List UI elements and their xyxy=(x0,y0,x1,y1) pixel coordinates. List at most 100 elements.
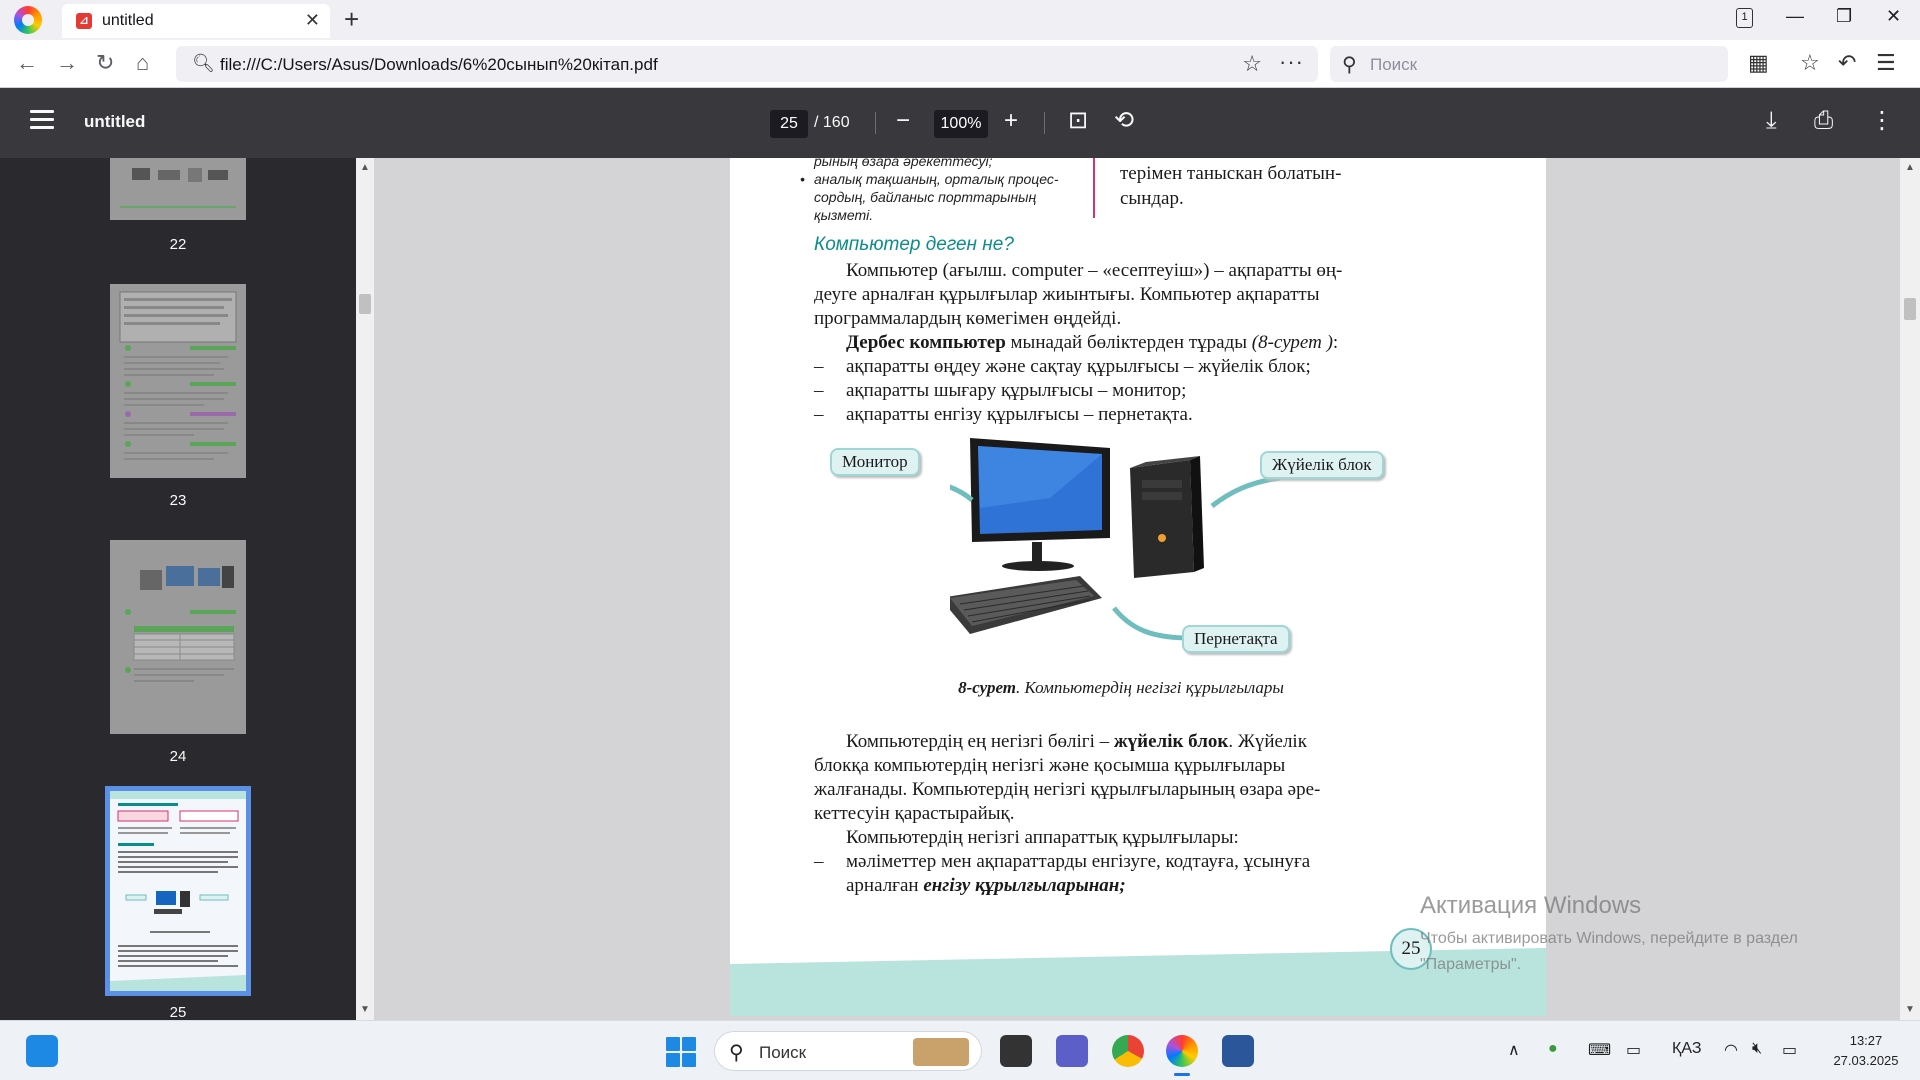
thumbnail-24-preview xyxy=(125,566,236,682)
word-icon[interactable] xyxy=(1222,1035,1254,1067)
bullet-line: рының өзара әрекеттесуі; xyxy=(814,158,993,169)
list-item-text: мәліметтер мен ақпараттарды енгізуге, ко… xyxy=(846,851,1311,872)
callout-system-unit: Жүйелік блок xyxy=(1260,451,1384,479)
language-indicator[interactable]: ҚАЗ xyxy=(1672,1040,1701,1058)
taskbar-search[interactable]: ⚲ Поиск xyxy=(714,1031,982,1071)
extensions-grid-icon[interactable]: ▦ xyxy=(1748,50,1769,76)
paragraph-line: Дербес компьютер мынадай бөліктерден тұр… xyxy=(814,331,1428,355)
toolbar-separator xyxy=(875,112,876,134)
toolbar-separator xyxy=(1044,112,1045,134)
list-item-text: ақпаратты енгізу құрылғысы – пернетақта. xyxy=(846,404,1193,425)
display-icon[interactable]: ▭ xyxy=(1626,1040,1641,1060)
sidebar-scrollbar[interactable]: ▲ ▼ xyxy=(356,158,374,1020)
forward-icon[interactable]: → xyxy=(56,50,78,76)
bookmark-star-icon[interactable]: ☆ xyxy=(1242,51,1262,77)
paragraph-line: Компьютердің ең негізгі бөлігі – жүйелік… xyxy=(814,730,1428,754)
volume-muted-icon[interactable]: 🔇︎ xyxy=(1752,1040,1762,1058)
battery-icon[interactable]: ▭ xyxy=(1782,1040,1797,1060)
activation-watermark-title: Активация Windows xyxy=(1420,892,1642,919)
thumbnail-22-preview xyxy=(120,168,236,208)
undo-icon[interactable]: ↶ xyxy=(1838,50,1856,76)
close-window-icon[interactable]: ✕ xyxy=(1886,6,1901,27)
paragraph-text: . Жүйелік xyxy=(1228,731,1307,752)
zoom-select[interactable]: 100% xyxy=(934,110,988,138)
search-placeholder: Поиск xyxy=(1370,55,1418,74)
viewer-scrollbar[interactable]: ▲ ▼ xyxy=(1900,158,1920,1020)
tab-count-icon[interactable]: 1 xyxy=(1736,8,1753,28)
home-icon[interactable]: ⌂ xyxy=(136,50,149,76)
more-tools-icon[interactable]: ⋮ xyxy=(1870,106,1894,136)
download-icon[interactable]: ⤓ xyxy=(1766,106,1777,136)
scroll-up-icon[interactable]: ▲ xyxy=(360,162,370,173)
thumbnail-page-22[interactable] xyxy=(110,158,246,220)
scroll-down-icon[interactable]: ▼ xyxy=(1905,1004,1915,1015)
sidebar-toggle-icon[interactable] xyxy=(30,110,54,130)
top-right-line: терімен таныскан болатын- xyxy=(1120,163,1342,184)
search-input[interactable]: ⚲ Поиск xyxy=(1330,46,1728,82)
thumbnail-page-25[interactable] xyxy=(105,786,251,996)
viewer-scroll-thumb[interactable] xyxy=(1904,298,1916,320)
thumbnail-25-preview xyxy=(110,791,246,991)
paragraph-line: программалардың көмегімен өңдейді. xyxy=(814,308,1122,329)
back-icon[interactable]: ← xyxy=(16,50,38,76)
document-viewer: рының өзара әрекеттесуі; • аналық тақшан… xyxy=(374,158,1900,1020)
url-bar[interactable]: 🔍︎ file:///C:/Users/Asus/Downloads/6%20с… xyxy=(176,46,1318,82)
emphasis-term: енгізу құрылғыларынан; xyxy=(923,875,1126,896)
list-item-text: арналған енгізу құрылғыларынан; xyxy=(846,874,1126,898)
arrow-monitor xyxy=(950,484,974,502)
scroll-down-icon[interactable]: ▼ xyxy=(360,1004,370,1015)
file-explorer-icon[interactable] xyxy=(1000,1035,1032,1067)
chrome-icon[interactable] xyxy=(1112,1035,1144,1067)
page-info-icon[interactable]: 🔍︎ xyxy=(192,53,215,74)
bullet-line: қызметі. xyxy=(814,207,874,223)
fit-page-icon[interactable]: ⊡ xyxy=(1068,106,1088,136)
thumbnail-page-23[interactable] xyxy=(110,284,246,478)
paragraph-line: кеттесуін қарастырайық. xyxy=(814,803,1015,824)
paragraph-text: арналған xyxy=(846,875,924,896)
browser-logo-icon[interactable] xyxy=(14,6,42,34)
browser-taskbar-icon[interactable] xyxy=(1166,1035,1198,1067)
clock-date: 27.03.2025 xyxy=(1833,1053,1899,1068)
pdf-toolbar: untitled 25 / 160 − 100% + ⊡ ⟲ ⤓ ⎙ ⋮ xyxy=(0,88,1920,158)
tab-untitled[interactable]: ⊿ untitled ✕ xyxy=(62,4,330,38)
dash-marker: – xyxy=(814,404,824,425)
clock-time: 13:27 xyxy=(1849,1033,1883,1048)
paragraph-line: Компьютер (ағылш. computer – «есептеуіш»… xyxy=(846,260,1343,281)
new-tab-button[interactable]: + xyxy=(344,4,359,34)
minimize-icon[interactable]: — xyxy=(1786,6,1804,27)
tray-app-icon[interactable]: ● xyxy=(1548,1040,1558,1058)
tab-title: untitled xyxy=(102,12,154,29)
reload-icon[interactable]: ↻ xyxy=(96,50,114,76)
page-number-input[interactable]: 25 xyxy=(770,110,808,138)
url-text[interactable]: file:///C:/Users/Asus/Downloads/6%20сыны… xyxy=(220,55,658,75)
tab-close-icon[interactable]: ✕ xyxy=(305,10,320,31)
bullet-line: аналық тақшаның, орталық процес- xyxy=(814,171,1059,187)
menu-icon[interactable]: ☰ xyxy=(1876,50,1896,76)
clock[interactable]: 13:27 27.03.2025 xyxy=(1816,1031,1916,1071)
start-icon[interactable] xyxy=(666,1037,696,1067)
page-total: / 160 xyxy=(814,114,850,131)
print-icon[interactable]: ⎙ xyxy=(1814,106,1833,136)
rotate-icon[interactable]: ⟲ xyxy=(1114,106,1134,136)
widgets-icon[interactable] xyxy=(26,1035,58,1067)
search-icon: ⚲ xyxy=(729,1042,744,1064)
keyboard-icon[interactable]: ⌨ xyxy=(1588,1040,1611,1060)
zoom-out-icon[interactable]: − xyxy=(896,106,910,136)
tab-strip: ⊿ untitled ✕ + 1 — ❐ ✕ xyxy=(0,0,1920,40)
monitor-image xyxy=(970,438,1110,571)
bookmarks-list-icon[interactable]: ☆ xyxy=(1800,50,1820,76)
paragraph-text: : xyxy=(1332,332,1339,353)
sidebar-scroll-thumb[interactable] xyxy=(359,294,371,314)
keyboard-image xyxy=(950,576,1102,634)
tray-chevron-icon[interactable]: ∧ xyxy=(1508,1040,1520,1060)
restore-icon[interactable]: ❐ xyxy=(1836,6,1852,27)
activation-watermark-text: Чтобы активировать Windows, перейдите в … xyxy=(1420,926,1860,978)
arrow-keyboard xyxy=(1112,606,1191,641)
more-icon[interactable]: ··· xyxy=(1279,49,1304,75)
zoom-in-icon[interactable]: + xyxy=(1004,106,1018,136)
teams-icon[interactable] xyxy=(1056,1035,1088,1067)
scroll-up-icon[interactable]: ▲ xyxy=(1905,162,1915,173)
wifi-icon[interactable]: ◠ xyxy=(1724,1040,1738,1060)
thumbnail-page-24[interactable] xyxy=(110,540,246,734)
paragraph-text: Компьютердің ең негізгі бөлігі – xyxy=(846,731,1114,752)
